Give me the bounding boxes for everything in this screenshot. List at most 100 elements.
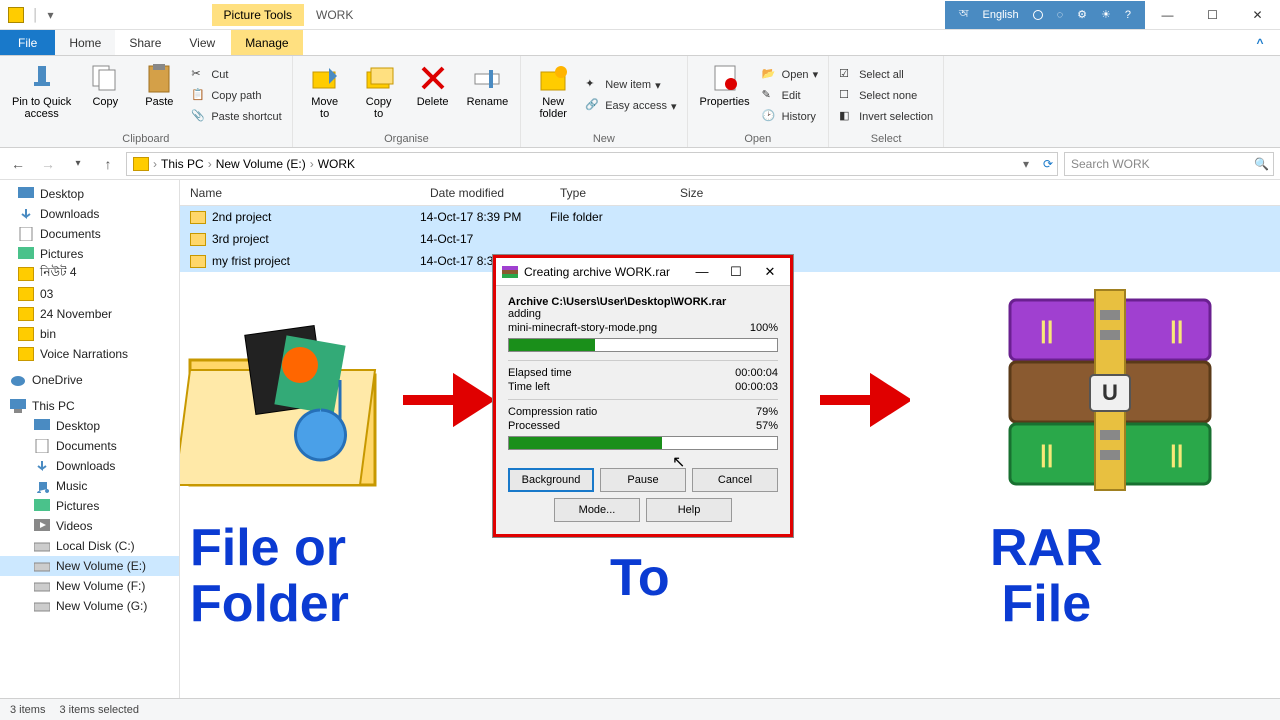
tree-custom2[interactable]: 03 — [0, 284, 179, 304]
tree-pc-videos[interactable]: Videos — [0, 516, 179, 536]
paste-shortcut-button[interactable]: 📎Paste shortcut — [189, 108, 283, 126]
copy-to-button[interactable]: Copy to — [355, 60, 403, 131]
tree-custom3[interactable]: 24 November — [0, 304, 179, 324]
copy-path-button[interactable]: 📋Copy path — [189, 87, 283, 105]
crumb-folder[interactable]: WORK — [318, 157, 355, 171]
tree-pc-downloads[interactable]: Downloads — [0, 456, 179, 476]
window-title: WORK — [316, 8, 353, 22]
download-icon — [18, 207, 34, 221]
mode-button[interactable]: Mode... — [554, 498, 640, 522]
copy-button[interactable]: Copy — [81, 60, 129, 131]
folder-icon — [18, 307, 34, 321]
dialog-titlebar[interactable]: Creating archive WORK.rar — ☐ ✕ — [496, 258, 790, 286]
easy-access-button[interactable]: 🔗Easy access ▾ — [583, 97, 678, 115]
forward-button[interactable]: → — [36, 152, 60, 176]
edit-button[interactable]: ✎Edit — [760, 87, 820, 105]
crumb-volume[interactable]: New Volume (E:) — [216, 157, 306, 171]
address-bar-row: ← → ▾ ↑ › This PC › New Volume (E:) › WO… — [0, 148, 1280, 180]
status-dot-icon — [1033, 10, 1043, 20]
group-label-organise: Organise — [301, 131, 513, 145]
gear-icon: ⚙ — [1077, 8, 1087, 21]
tab-share[interactable]: Share — [115, 30, 175, 55]
tree-this-pc[interactable]: This PC — [0, 396, 179, 416]
properties-button[interactable]: Properties — [696, 60, 754, 131]
tree-vol-e[interactable]: New Volume (E:) — [0, 556, 179, 576]
overlay-rar-illustration: U || || || || — [1000, 280, 1220, 500]
help-button[interactable]: Help — [646, 498, 732, 522]
qat-dropdown-icon[interactable]: ▾ — [48, 8, 54, 22]
dialog-minimize-button[interactable]: — — [688, 264, 716, 279]
tab-manage[interactable]: Manage — [231, 30, 302, 55]
cloud-icon: ◌ — [1057, 9, 1064, 21]
folder-icon — [18, 267, 34, 281]
tree-pc-desktop[interactable]: Desktop — [0, 416, 179, 436]
col-name[interactable]: Name — [180, 186, 420, 200]
history-button[interactable]: 🕑History — [760, 108, 820, 126]
recent-dropdown[interactable]: ▾ — [66, 152, 90, 176]
dialog-maximize-button[interactable]: ☐ — [722, 264, 750, 280]
videos-icon — [34, 519, 50, 533]
dialog-body: Archive C:\Users\User\Desktop\WORK.rar a… — [496, 286, 790, 468]
navigation-pane[interactable]: Desktop Downloads Documents Pictures নিউ… — [0, 180, 180, 698]
open-button[interactable]: 📂Open ▾ — [760, 66, 820, 84]
svg-text:||: || — [1170, 317, 1183, 344]
close-button[interactable]: ✕ — [1235, 0, 1280, 30]
tree-pictures[interactable]: Pictures — [0, 244, 179, 264]
overlay-folder-illustration — [180, 310, 390, 500]
new-folder-button[interactable]: New folder — [529, 60, 577, 131]
tree-custom4[interactable]: bin — [0, 324, 179, 344]
cancel-button[interactable]: Cancel — [692, 468, 778, 492]
column-headers[interactable]: Name Date modified Type Size — [180, 180, 1280, 206]
folder-icon — [190, 233, 206, 246]
minimize-button[interactable]: — — [1145, 0, 1190, 30]
tree-custom5[interactable]: Voice Narrations — [0, 344, 179, 364]
tree-vol-f[interactable]: New Volume (F:) — [0, 576, 179, 596]
file-row[interactable]: 2nd project 14-Oct-17 8:39 PM File folde… — [180, 206, 1280, 228]
invert-selection-button[interactable]: ◧Invert selection — [837, 108, 935, 126]
tree-downloads[interactable]: Downloads — [0, 204, 179, 224]
crumb-this-pc[interactable]: This PC — [161, 157, 204, 171]
select-none-button[interactable]: ☐Select none — [837, 87, 935, 105]
tree-onedrive[interactable]: OneDrive — [0, 370, 179, 390]
new-item-button[interactable]: ✦New item ▾ — [583, 76, 678, 94]
refresh-icon[interactable]: ⟳ — [1043, 157, 1053, 171]
tree-pc-pictures[interactable]: Pictures — [0, 496, 179, 516]
delete-button[interactable]: Delete — [409, 60, 457, 131]
tree-vol-g[interactable]: New Volume (G:) — [0, 596, 179, 616]
tree-pc-music[interactable]: Music — [0, 476, 179, 496]
tab-home[interactable]: Home — [55, 30, 115, 55]
tree-custom1[interactable]: নিউট 4 — [0, 264, 179, 284]
cut-button[interactable]: ✂Cut — [189, 66, 283, 84]
breadcrumb[interactable]: › This PC › New Volume (E:) › WORK ▾ ⟳ — [126, 152, 1058, 176]
tree-pc-documents[interactable]: Documents — [0, 436, 179, 456]
status-selected-count: 3 items selected — [59, 704, 138, 716]
col-size[interactable]: Size — [670, 186, 770, 200]
tab-view[interactable]: View — [175, 30, 229, 55]
breadcrumb-dropdown-icon[interactable]: ▾ — [1023, 157, 1029, 171]
tree-desktop[interactable]: Desktop — [0, 184, 179, 204]
back-button[interactable]: ← — [6, 152, 30, 176]
language-bar[interactable]: অ English ◌ ⚙ ☀ ? — [945, 1, 1145, 29]
ratio-label: Compression ratio — [508, 406, 597, 418]
select-all-button[interactable]: ☑Select all — [837, 66, 935, 84]
rename-button[interactable]: Rename — [463, 60, 513, 131]
file-row[interactable]: 3rd project 14-Oct-17 — [180, 228, 1280, 250]
history-icon: 🕑 — [762, 109, 778, 125]
move-to-button[interactable]: Move to — [301, 60, 349, 131]
paste-button[interactable]: Paste — [135, 60, 183, 131]
pin-quick-access-button[interactable]: Pin to Quick access — [8, 60, 75, 131]
tree-local-c[interactable]: Local Disk (C:) — [0, 536, 179, 556]
lang-label: English — [983, 9, 1019, 21]
sun-icon: ☀ — [1101, 8, 1111, 21]
col-modified[interactable]: Date modified — [420, 186, 550, 200]
col-type[interactable]: Type — [550, 186, 670, 200]
maximize-button[interactable]: ☐ — [1190, 0, 1235, 30]
dialog-close-button[interactable]: ✕ — [756, 264, 784, 280]
select-none-icon: ☐ — [839, 88, 855, 104]
ribbon-help-icon[interactable]: ^ — [1240, 30, 1280, 55]
tree-documents[interactable]: Documents — [0, 224, 179, 244]
tab-file[interactable]: File — [0, 30, 55, 55]
up-button[interactable]: ↑ — [96, 152, 120, 176]
background-button[interactable]: Background — [508, 468, 594, 492]
search-input[interactable]: Search WORK 🔍 — [1064, 152, 1274, 176]
